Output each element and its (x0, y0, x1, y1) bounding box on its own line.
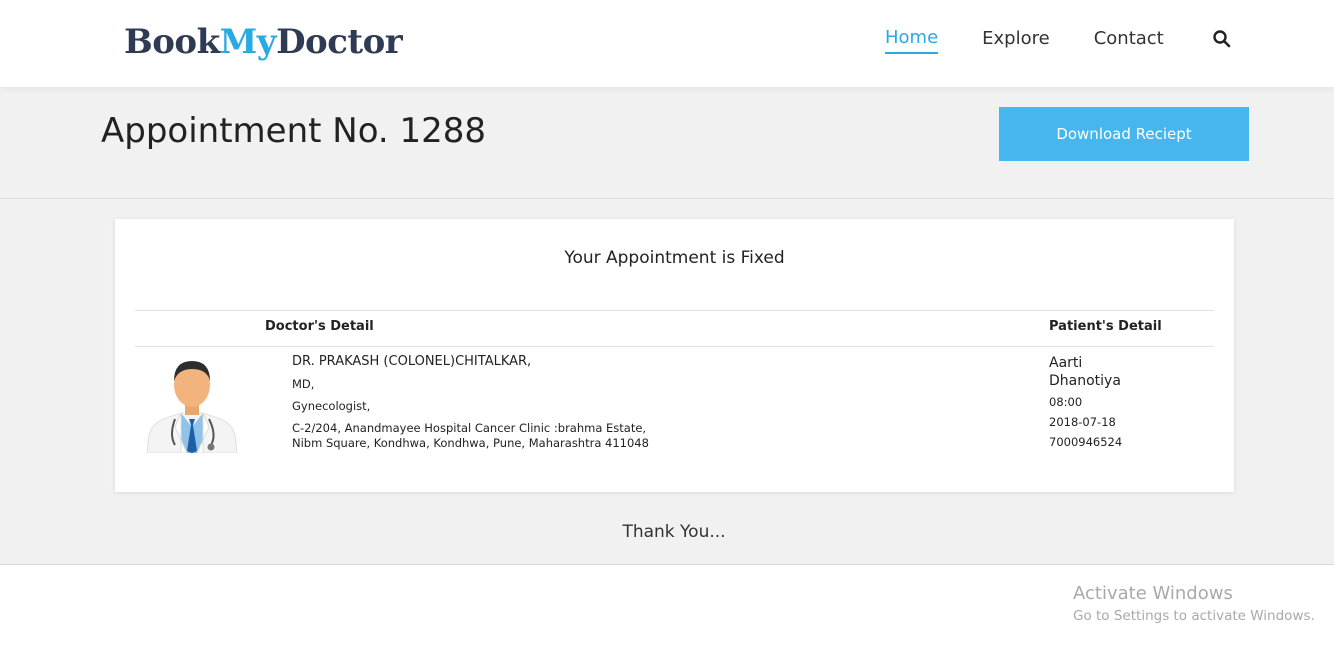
logo-text-book: Book (124, 22, 220, 62)
appointment-time: 08:00 (1049, 395, 1083, 409)
doctor-details: DR. PRAKASH (COLONEL)CHITALKAR, MD, Gyne… (292, 354, 712, 458)
title-divider (0, 198, 1334, 199)
brand-logo[interactable]: BookMyDoctor (124, 22, 403, 62)
doctor-name: DR. PRAKASH (COLONEL)CHITALKAR, (292, 354, 532, 369)
watermark-title: Activate Windows (1073, 583, 1233, 604)
patient-details: Aarti Dhanotiya 08:00 2018-07-18 7000946… (1049, 354, 1189, 450)
doctor-degree: MD, (292, 377, 315, 391)
header-bottom-rule (135, 346, 1214, 347)
card-title: Your Appointment is Fixed (564, 248, 785, 268)
doctor-specialty: Gynecologist, (292, 399, 371, 413)
download-receipt-button[interactable]: Download Reciept (999, 107, 1249, 161)
patient-detail-header: Patient's Detail (1049, 319, 1162, 334)
appointment-date: 2018-07-18 (1049, 415, 1116, 429)
doctor-address-line1: C-2/204, Anandmayee Hospital Cancer Clin… (292, 421, 647, 435)
thank-you-text: Thank You... (622, 522, 726, 542)
search-icon[interactable] (1212, 29, 1232, 49)
appointment-card: Your Appointment is Fixed Doctor's Detai… (115, 219, 1234, 492)
doctor-detail-header: Doctor's Detail (265, 319, 374, 334)
main-nav: Home Explore Contact (885, 27, 1208, 54)
page-title: Appointment No. 1288 (101, 111, 487, 151)
logo-text-doctor: Doctor (276, 22, 403, 62)
band-bottom-divider (0, 564, 1334, 565)
patient-phone: 7000946524 (1049, 435, 1123, 449)
watermark-subtitle: Go to Settings to activate Windows. (1073, 608, 1315, 624)
doctor-avatar-icon (146, 361, 238, 453)
header-top-rule (135, 310, 1214, 311)
logo-text-my: My (219, 22, 277, 62)
nav-home-link[interactable]: Home (885, 27, 939, 54)
nav-explore-link[interactable]: Explore (982, 28, 1050, 53)
patient-name: Aarti Dhanotiya (1049, 355, 1121, 389)
windows-activation-watermark: Activate Windows Go to Settings to activ… (1073, 583, 1315, 624)
nav-contact-link[interactable]: Contact (1094, 28, 1164, 53)
top-header: BookMyDoctor Home Explore Contact (0, 0, 1334, 87)
doctor-address-line2: Nibm Square, Kondhwa, Kondhwa, Pune, Mah… (292, 436, 649, 450)
